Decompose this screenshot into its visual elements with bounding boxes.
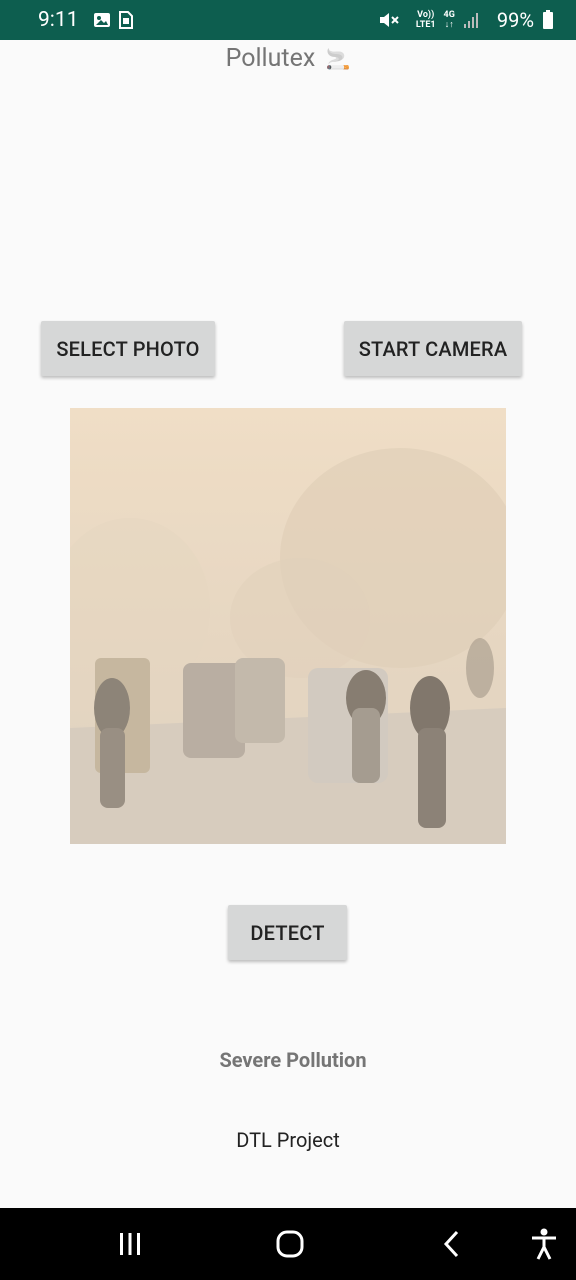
photo-preview — [70, 408, 506, 844]
status-right: Vo)) LTE1 4G ↓↑ 99% — [378, 8, 562, 32]
footer-text: DTL Project — [236, 1128, 340, 1152]
back-icon[interactable] — [432, 1224, 472, 1264]
network-type: 4G — [443, 10, 455, 20]
data-arrows: ↓↑ — [444, 20, 454, 30]
app-title-text: Pollutex — [225, 44, 316, 73]
battery-icon — [542, 10, 554, 30]
network-indicator: 4G ↓↑ — [444, 10, 455, 30]
status-time: 9:11 — [38, 8, 79, 32]
sim-icon — [118, 11, 133, 29]
volte-top: Vo)) — [417, 10, 435, 20]
detect-button[interactable]: DETECT — [228, 905, 347, 960]
start-camera-button[interactable]: START CAMERA — [344, 321, 522, 376]
pollution-result: Severe Pollution — [219, 1048, 367, 1072]
accessibility-icon[interactable] — [524, 1224, 564, 1264]
volte-bottom: LTE1 — [415, 20, 436, 30]
status-bar: 9:11 Vo)) LTE1 4G ↓↑ 99% — [0, 0, 576, 40]
select-photo-button[interactable]: SELECT PHOTO — [41, 321, 215, 376]
mute-icon — [378, 10, 400, 30]
volte-indicator: Vo)) LTE1 — [416, 10, 436, 30]
navigation-bar — [0, 1208, 576, 1280]
home-icon[interactable] — [270, 1224, 310, 1264]
battery-percent: 99% — [496, 8, 534, 32]
app-title: Pollutex 🚬 — [0, 44, 576, 73]
recents-icon[interactable] — [110, 1224, 150, 1264]
image-icon — [93, 12, 111, 28]
signal-icon — [463, 11, 481, 29]
cigarette-icon: 🚬 — [325, 47, 351, 71]
